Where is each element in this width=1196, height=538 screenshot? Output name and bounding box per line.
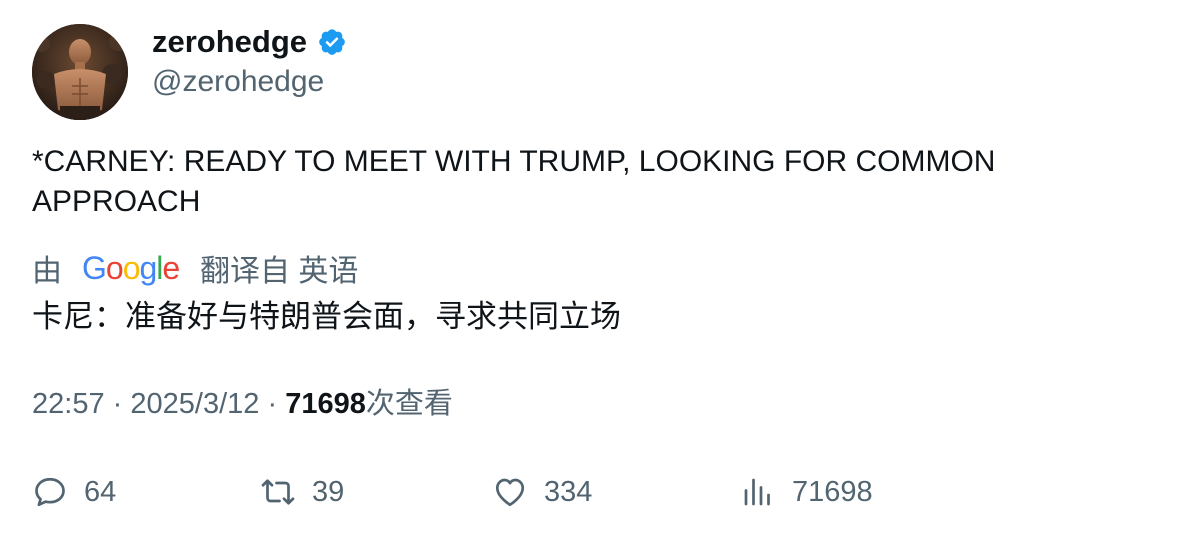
google-logo-icon: Google	[82, 248, 180, 288]
views-action-count: 71698	[792, 475, 873, 508]
retweet-count: 39	[312, 475, 345, 508]
reply-count: 64	[84, 475, 117, 508]
verified-badge-icon	[317, 27, 347, 57]
reply-button[interactable]: 64	[32, 470, 116, 514]
tweet-date[interactable]: 2025/3/12	[130, 388, 259, 420]
svg-text:Google: Google	[82, 250, 179, 286]
views-label: 次查看	[365, 388, 453, 420]
retweet-icon	[261, 479, 295, 505]
views-count: 71698	[285, 388, 366, 420]
views-button[interactable]: 71698	[740, 470, 873, 514]
translated-from-label: 翻译自 英语	[200, 255, 359, 288]
meta-separator: ·	[112, 388, 123, 420]
meta-separator: ·	[267, 388, 278, 420]
like-count: 334	[544, 475, 593, 508]
tweet-text: *CARNEY: READY TO MEET WITH TRUMP, LOOKI…	[32, 145, 996, 218]
tweet-meta: 22:57 · 2025/3/12 · 71698次查看	[32, 384, 453, 424]
avatar-image	[32, 24, 128, 120]
action-bar: 64 39 334 71698	[32, 470, 1172, 514]
display-name-text[interactable]: zerohedge	[152, 22, 307, 62]
translated-text: 卡尼：准备好与特朗普会面，寻求共同立场	[32, 299, 621, 334]
translated-by-label: 由	[32, 255, 62, 288]
author-handle[interactable]: @zerohedge	[152, 62, 324, 102]
analytics-icon	[744, 478, 770, 506]
tweet-time[interactable]: 22:57	[32, 388, 105, 420]
author-display-name[interactable]: zerohedge	[152, 22, 347, 62]
translation-attribution[interactable]: 由 Google 翻译自 英语	[32, 246, 358, 290]
heart-icon	[495, 478, 525, 507]
avatar[interactable]	[32, 24, 128, 120]
retweet-button[interactable]: 39	[260, 470, 344, 514]
like-button[interactable]: 334	[492, 470, 592, 514]
reply-icon	[35, 477, 65, 507]
